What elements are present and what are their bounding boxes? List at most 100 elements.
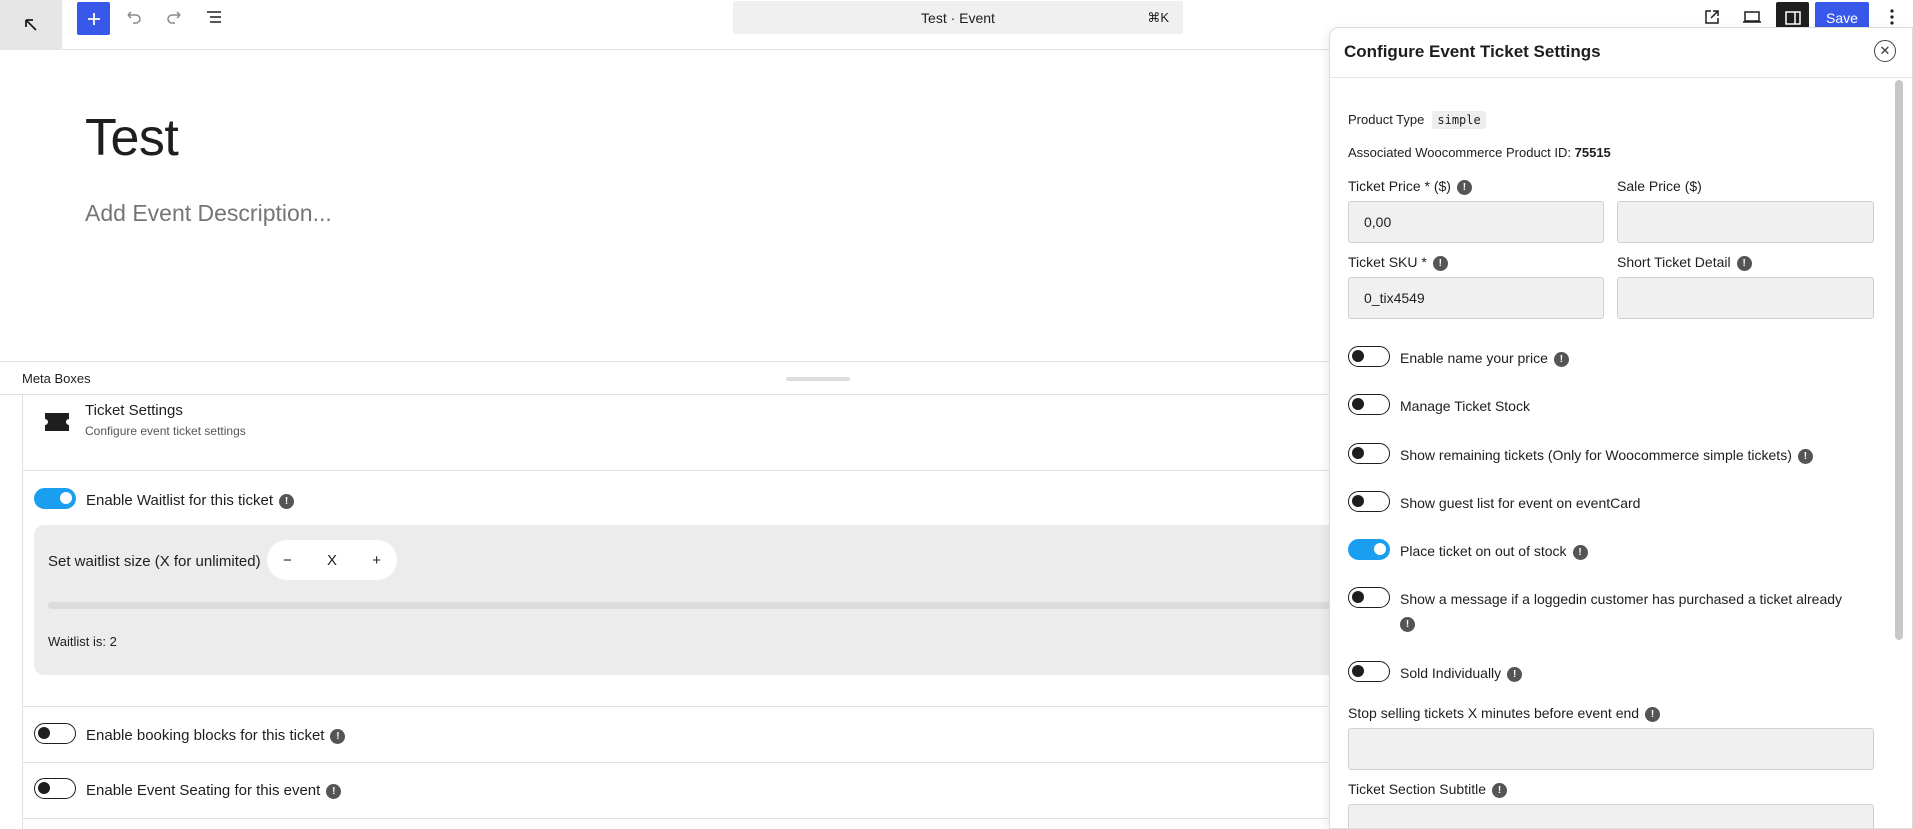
panel-scrollbar[interactable] xyxy=(1895,80,1903,640)
ticket-price-label-text: Ticket Price * ($) xyxy=(1348,178,1451,194)
section-subtitle-label-text: Ticket Section Subtitle xyxy=(1348,781,1486,797)
resize-handle[interactable] xyxy=(786,377,850,381)
undo-icon xyxy=(127,11,141,24)
waitlist-size-value[interactable]: X xyxy=(327,552,337,569)
back-button[interactable] xyxy=(0,0,62,50)
info-icon[interactable]: ! xyxy=(279,493,295,509)
sold-individually-toggle[interactable] xyxy=(1348,661,1390,682)
product-id: Associated Woocommerce Product ID: 75515 xyxy=(1348,145,1611,160)
info-icon[interactable]: ! xyxy=(1507,666,1523,682)
waitlist-status: Waitlist is: 2 xyxy=(48,634,117,649)
purchased-message-toggle[interactable] xyxy=(1348,587,1390,608)
sidebar-icon xyxy=(1784,11,1801,25)
close-button[interactable]: ✕ xyxy=(1874,40,1896,62)
info-icon[interactable]: ! xyxy=(1797,448,1813,464)
info-icon[interactable]: ! xyxy=(1432,255,1448,271)
booking-blocks-label-text: Enable booking blocks for this ticket xyxy=(86,727,325,744)
document-overview-button[interactable] xyxy=(198,1,230,33)
close-icon: ✕ xyxy=(1879,43,1891,58)
section-subtitle-label: Ticket Section Subtitle! xyxy=(1348,781,1507,798)
out-of-stock-label: Place ticket on out of stock! xyxy=(1400,543,1588,560)
undo-button[interactable] xyxy=(118,1,150,33)
increment-button[interactable]: + xyxy=(372,552,381,569)
booking-blocks-toggle[interactable] xyxy=(34,723,76,744)
name-your-price-toggle[interactable] xyxy=(1348,346,1390,367)
divider xyxy=(23,706,1333,707)
post-title[interactable]: Test xyxy=(85,108,179,168)
command-palette-bar[interactable]: Test · Event ⌘K xyxy=(733,1,1183,34)
info-icon[interactable]: ! xyxy=(1400,617,1415,632)
stop-selling-label-text: Stop selling tickets X minutes before ev… xyxy=(1348,705,1640,721)
stop-selling-label: Stop selling tickets X minutes before ev… xyxy=(1348,705,1661,722)
panel-header: Configure Event Ticket Settings ✕ xyxy=(1330,28,1912,78)
external-link-icon xyxy=(1705,10,1719,24)
ticket-sku-label-text: Ticket SKU * xyxy=(1348,254,1427,270)
info-icon[interactable]: ! xyxy=(1572,544,1588,560)
redo-icon xyxy=(167,11,181,24)
section-subtitle-input[interactable] xyxy=(1348,804,1874,828)
redo-button[interactable] xyxy=(158,1,190,33)
short-ticket-detail-label: Short Ticket Detail! xyxy=(1617,254,1752,271)
waitlist-size-label: Set waitlist size (X for unlimited) xyxy=(48,553,261,570)
event-description-placeholder[interactable]: Add Event Description... xyxy=(85,200,332,227)
ticket-price-input[interactable]: 0,00 xyxy=(1348,201,1604,243)
guest-list-toggle[interactable] xyxy=(1348,491,1390,512)
ticket-settings-header: Ticket Settings Configure event ticket s… xyxy=(23,395,1333,471)
more-vertical-icon xyxy=(1890,9,1894,25)
divider xyxy=(23,818,1333,819)
ticket-sku-label: Ticket SKU *! xyxy=(1348,254,1448,271)
info-icon[interactable]: ! xyxy=(1492,782,1507,798)
divider xyxy=(23,762,1333,763)
add-block-button[interactable] xyxy=(77,2,110,35)
manage-stock-toggle[interactable] xyxy=(1348,394,1390,415)
toggle-label-text: Enable name your price xyxy=(1400,350,1548,366)
short-ticket-detail-label-text: Short Ticket Detail xyxy=(1617,254,1731,270)
info-icon[interactable]: ! xyxy=(1553,351,1569,367)
toggle-label-text: Show remaining tickets (Only for Woocomm… xyxy=(1400,447,1792,463)
product-type-value: simple xyxy=(1432,111,1486,129)
meta-boxes-header: Meta Boxes xyxy=(0,361,1330,395)
stop-selling-input[interactable] xyxy=(1348,728,1874,770)
arrow-up-left-icon xyxy=(25,19,37,31)
event-seating-label-text: Enable Event Seating for this event xyxy=(86,782,321,799)
document-title: Test · Event xyxy=(921,9,995,26)
list-view-icon xyxy=(207,11,221,23)
purchased-message-label: Show a message if a loggedin customer ha… xyxy=(1400,591,1843,607)
waitlist-settings-panel: Set waitlist size (X for unlimited) − X … xyxy=(34,525,1333,675)
product-type-label: Product Type xyxy=(1348,112,1425,127)
product-id-label: Associated Woocommerce Product ID: xyxy=(1348,145,1572,160)
sale-price-input[interactable] xyxy=(1617,201,1874,243)
toggle-label-text: Place ticket on out of stock xyxy=(1400,543,1567,559)
name-your-price-label: Enable name your price! xyxy=(1400,350,1569,367)
info-icon[interactable]: ! xyxy=(1736,255,1752,271)
ticket-icon xyxy=(45,413,69,431)
waitlist-toggle[interactable] xyxy=(34,488,76,509)
panel-title: Configure Event Ticket Settings xyxy=(1344,42,1601,61)
event-seating-toggle[interactable] xyxy=(34,778,76,799)
guest-list-label: Show guest list for event on eventCard xyxy=(1400,495,1641,511)
info-icon[interactable]: ! xyxy=(1645,706,1661,722)
ticket-sku-input[interactable]: 0_tix4549 xyxy=(1348,277,1604,319)
out-of-stock-toggle[interactable] xyxy=(1348,539,1390,560)
ticket-price-label: Ticket Price * ($)! xyxy=(1348,178,1472,195)
product-type: Product Type simple xyxy=(1348,111,1486,129)
configure-ticket-panel: Configure Event Ticket Settings ✕ Produc… xyxy=(1329,27,1913,829)
shortcut-hint: ⌘K xyxy=(1147,10,1169,25)
plus-icon xyxy=(87,12,100,25)
meta-boxes-title: Meta Boxes xyxy=(22,371,91,386)
info-icon[interactable]: ! xyxy=(330,728,346,744)
waitlist-toggle-label: Enable Waitlist for this ticket! xyxy=(86,492,295,509)
info-icon[interactable]: ! xyxy=(326,783,342,799)
info-icon[interactable]: ! xyxy=(1456,179,1472,195)
toggle-label-text: Sold Individually xyxy=(1400,665,1502,681)
short-ticket-detail-input[interactable] xyxy=(1617,277,1874,319)
show-remaining-toggle[interactable] xyxy=(1348,443,1390,464)
booking-blocks-label: Enable booking blocks for this ticket! xyxy=(86,727,346,744)
waitlist-progress-bar xyxy=(48,602,1333,609)
waitlist-size-stepper: − X + xyxy=(267,540,397,580)
manage-stock-label: Manage Ticket Stock xyxy=(1400,398,1530,414)
decrement-button[interactable]: − xyxy=(283,552,292,569)
desktop-icon xyxy=(1743,11,1761,23)
ticket-settings-metabox: Ticket Settings Configure event ticket s… xyxy=(22,395,1333,829)
event-seating-label: Enable Event Seating for this event! xyxy=(86,782,342,799)
